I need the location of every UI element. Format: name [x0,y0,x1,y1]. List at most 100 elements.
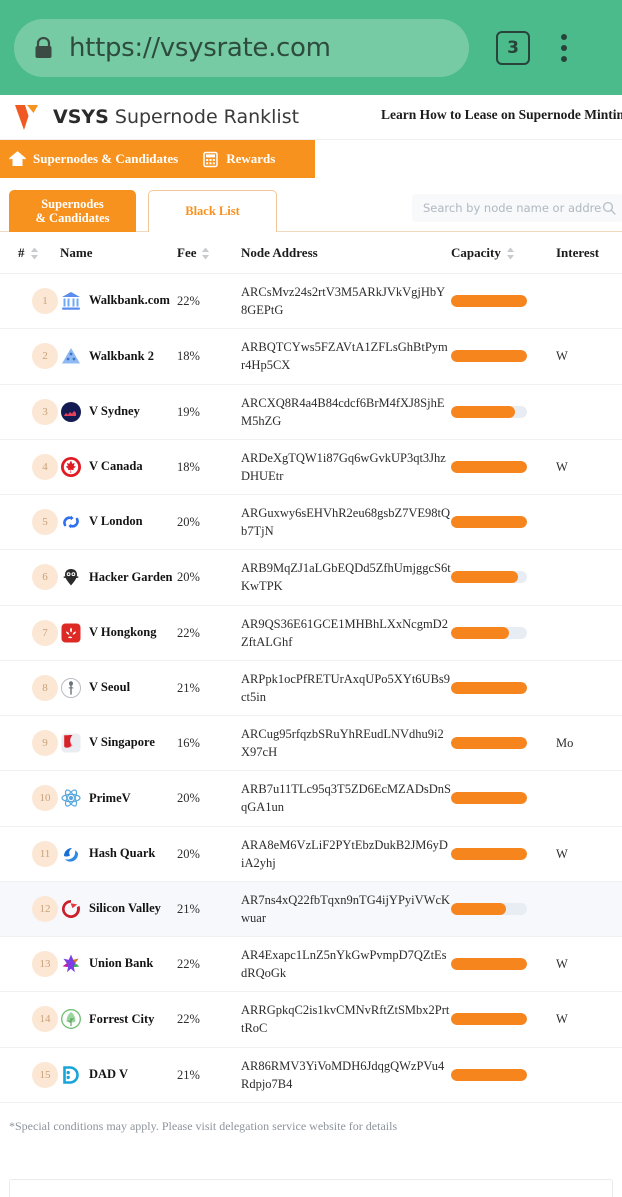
table-row[interactable]: 3 V Sydney 19% ARCXQ8R4a4B84cdcf6BrM4fXJ8Sj… [0,384,622,440]
table-row[interactable]: 10 PrimeV 20% ARB7u11TLc95q3T5ZD6EcMZADsDnS… [0,770,622,827]
cell-node-address[interactable]: ARDeXgTQW1i87Gq6wGvkUP3qt3JhzDHUEtr [241,439,451,496]
cell-node-address[interactable]: ARBQTCYws5FZAVtA1ZFLsGhBtPymr4Hp5CX [241,328,451,385]
cell-capacity [451,826,556,882]
nav-label-rewards: Rewards [226,151,276,166]
cell-name[interactable]: V Canada [60,439,177,496]
column-label-fee: Fee [177,245,197,260]
sort-icon[interactable] [506,247,515,260]
table-row[interactable]: 14 Forrest City 22% ARRGpkqC2is1kvCMNvRftZt… [0,991,622,1048]
tab-supernodes-candidates[interactable]: Supernodes & Candidates [9,190,136,232]
cell-capacity [451,494,556,551]
cell-node-address[interactable]: AR7ns4xQ22fbTqxn9nTG4ijYPyiVWcKwuar [241,881,451,938]
search-box[interactable] [412,194,622,222]
table-row[interactable]: 1 Walkbank.com 22% ARCsMvz24s2rtV3M5ARkJVkV… [0,273,622,330]
cell-node-address[interactable]: ARA8eM6VzLiF2PYtEbzDukB2JM6yDiA2yhj [241,826,451,882]
cell-name[interactable]: Walkbank 2 [60,328,177,385]
node-name: V Seoul [89,680,131,695]
cell-node-address[interactable]: ARB9MqZJ1aLGbEQDd5ZfhUmjggcS6tKwTPK [241,549,451,606]
table-row[interactable]: 15 DAD V 21% AR86RMV3YiVoMDH6JdqgQWzPVu4Rdp… [0,1047,622,1103]
table-header-row: # Name Fee Node Address Capacity Interes… [0,232,622,274]
cell-node-address[interactable]: AR86RMV3YiVoMDH6JdqgQWzPVu4Rdpjo7B4 [241,1047,451,1103]
cell-node-address[interactable]: ARCXQ8R4a4B84cdcf6BrM4fXJ8SjhEM5hZG [241,384,451,440]
nav-item-supernodes-candidates[interactable]: Supernodes & Candidates [9,150,178,168]
cell-name[interactable]: V Hongkong [60,605,177,661]
table-row[interactable]: 6 Hacker Garden 20% ARB9MqZJ1aLGbEQDd5ZfhUm… [0,549,622,606]
capacity-bar [451,405,527,418]
cell-fee: 20% [177,494,241,551]
brand[interactable]: VSYS Supernode Ranklist [14,104,299,131]
home-icon [9,150,26,166]
interest-value: W [556,1012,568,1027]
cell-interest [556,660,622,717]
cell-name[interactable]: Silicon Valley [60,881,177,938]
search-input[interactable] [423,201,602,215]
table-row[interactable]: 8 V Seoul 21% ARPpk1ocPfRETUrAxqUPo5XYt6UBs… [0,660,622,717]
nav-item-rewards[interactable]: Rewards [202,151,275,168]
cell-name[interactable]: Union Bank [60,936,177,993]
fee-value: 16% [177,736,200,751]
capacity-bar [451,737,527,750]
promo-link[interactable]: Learn How to Lease on Supernode Minting [381,107,622,123]
tab-counter-button[interactable]: 3 [496,30,530,65]
cell-capacity [451,715,556,772]
cell-name[interactable]: V Seoul [60,660,177,717]
cell-name[interactable]: Walkbank.com [60,273,177,330]
column-header-capacity[interactable]: Capacity [451,232,556,274]
tab-black-list[interactable]: Black List [148,190,277,232]
cell-capacity [451,881,556,938]
triangle-icon [62,348,80,364]
node-address: ARBQTCYws5FZAVtA1ZFLsGhBtPymr4Hp5CX [241,340,448,373]
node-name: V Canada [89,459,143,474]
address-bar[interactable]: https://vsysrate.com [14,18,469,77]
cell-node-address[interactable]: AR9QS36E61GCE1MHBhLXxNcgmD2ZftALGhf [241,605,451,661]
fee-value: 18% [177,459,200,474]
cell-name[interactable]: V London [60,494,177,551]
cell-name[interactable]: V Sydney [60,384,177,440]
node-address: ARCsMvz24s2rtV3M5ARkJVkVgjHbY8GEPtG [241,285,446,318]
table-row[interactable]: 2 Walkbank 2 18% ARBQTCYws5FZAVtA1ZFLsGhBtP… [0,328,622,385]
cell-name[interactable]: Forrest City [60,991,177,1048]
sort-icon[interactable] [201,247,210,260]
column-header-fee[interactable]: Fee [177,232,241,274]
table-row[interactable]: 4 V Canada 18% ARDeXgTQW1i87Gq6wGvkUP3qt3Jh… [0,439,622,496]
cell-rank: 10 [0,770,60,827]
cell-node-address[interactable]: ARCsMvz24s2rtV3M5ARkJVkVgjHbY8GEPtG [241,273,451,330]
cell-name[interactable]: PrimeV [60,770,177,827]
cell-interest [556,549,622,606]
lock-icon [35,36,52,58]
cell-node-address[interactable]: ARPpk1ocPfRETUrAxqUPo5XYt6UBs9ct5in [241,660,451,717]
cell-name[interactable]: Hash Quark [60,826,177,882]
node-address: AR86RMV3YiVoMDH6JdqgQWzPVu4Rdpjo7B4 [241,1058,445,1091]
cell-name[interactable]: V Singapore [60,715,177,772]
cell-name[interactable]: DAD V [60,1047,177,1103]
sort-icon[interactable] [30,247,39,260]
table-head: # Name Fee Node Address Capacity Interes… [0,232,622,274]
rank-badge: 3 [32,398,58,425]
table-row[interactable]: 13 Union Bank 22% AR4Exapc1LnZ5nYkGwPvmpD7Q… [0,936,622,993]
rank-badge: 14 [32,1006,58,1033]
kebab-menu-icon[interactable] [560,33,567,62]
table-row[interactable]: 11 Hash Quark 20% ARA8eM6VzLiF2PYtEbzDukB2J… [0,826,622,882]
brand-title: VSYS Supernode Ranklist [53,106,299,128]
cell-node-address[interactable]: ARGuxwy6sEHVhR2eu68gsbZ7VE98tQb7TjN [241,494,451,551]
node-address: ARRGpkqC2is1kvCMNvRftZtSMbx2PrttRoC [241,1003,450,1036]
node-address: AR9QS36E61GCE1MHBhLXxNcgmD2ZftALGhf [241,616,448,649]
cell-name[interactable]: Hacker Garden [60,549,177,606]
capacity-bar [451,460,527,473]
cell-rank: 5 [0,494,60,551]
search-icon[interactable] [602,201,616,215]
cell-node-address[interactable]: ARB7u11TLc95q3T5ZD6EcMZADsDnSqGA1un [241,770,451,827]
column-label-address: Node Address [241,245,318,260]
table-row[interactable]: 5 V London 20% ARGuxwy6sEHVhR2eu68gsbZ7VE98… [0,494,622,551]
column-header-rank[interactable]: # [0,232,60,274]
cell-node-address[interactable]: ARCug95rfqzbSRuYhREudLNVdhu9i2X97cH [241,715,451,772]
table-row[interactable]: 12 Silicon Valley 21% AR7ns4xQ22fbTqxn9nTG4… [0,881,622,938]
node-name: V Singapore [89,735,155,750]
cell-node-address[interactable]: ARRGpkqC2is1kvCMNvRftZtSMbx2PrttRoC [241,991,451,1048]
table-row[interactable]: 7 V Hongkong 22% AR9QS36E61GCE1MHBhLXxNcgmD… [0,605,622,661]
table-row[interactable]: 9 V Singapore 16% ARCug95rfqzbSRuYhREudLNVd… [0,715,622,772]
cell-node-address[interactable]: AR4Exapc1LnZ5nYkGwPvmpD7QZtEsdRQoGk [241,936,451,993]
rank-badge: 7 [32,619,58,646]
cell-fee: 20% [177,826,241,882]
cell-rank: 7 [0,605,60,661]
